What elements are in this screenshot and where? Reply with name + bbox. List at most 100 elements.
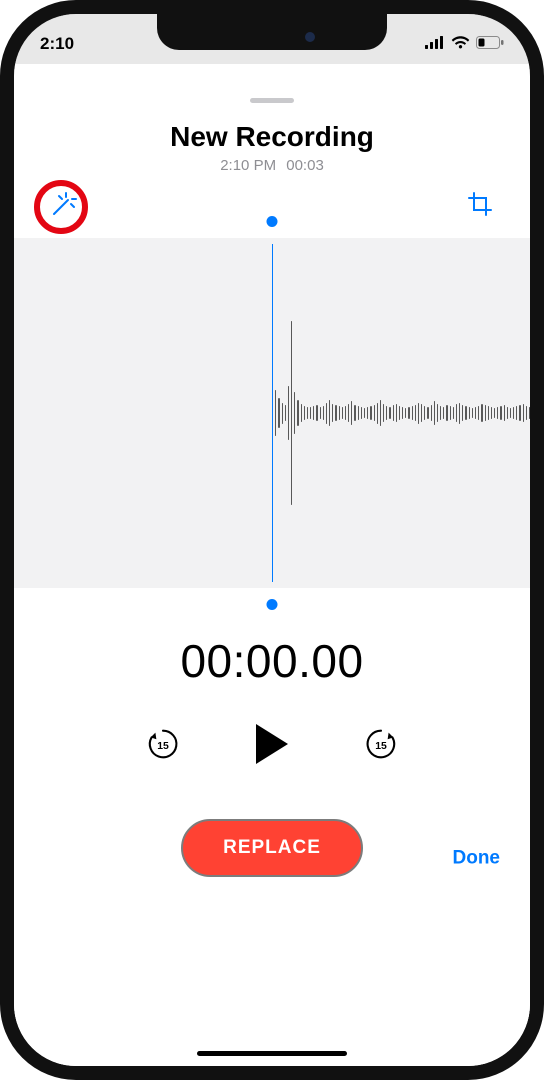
waveform-bar [399,406,400,421]
playback-timer: 00:00.00 [14,634,530,688]
waveform-bar [402,407,403,420]
edit-toolbar [14,186,530,238]
waveform-bar [380,400,381,425]
waveform-bar [354,405,355,422]
waveform-bar [424,406,425,421]
waveform-bar [478,406,479,421]
waveform-bar [450,406,451,421]
waveform-bar [485,405,486,422]
waveform-bar [526,406,527,421]
waveform-bar [469,407,470,420]
waveform-bar [500,406,501,421]
play-icon [252,753,292,770]
waveform-area[interactable] [14,238,530,588]
waveform-bar [431,405,432,422]
playhead-bottom-handle[interactable] [267,599,278,610]
skip-forward-button[interactable]: 15 [362,725,400,768]
waveform-bar [288,386,289,441]
phone-frame: 2:10 New Recording 2:10 PM 00:03 [0,0,544,1080]
waveform-bar [510,408,511,419]
notch [157,14,387,50]
waveform-bar [374,405,375,422]
waveform-bar [456,404,457,423]
waveform-bar [342,407,343,420]
waveform-bar [434,401,435,424]
waveform-bar [335,405,336,422]
battery-icon [476,34,504,54]
waveform-bar [465,406,466,421]
waveform-bar [415,405,416,422]
waveform-bar [297,400,298,425]
play-button[interactable] [252,722,292,771]
waveform-bar [408,407,409,420]
playhead[interactable] [272,244,273,582]
waveform-bar [504,405,505,422]
waveform-bar [323,406,324,421]
svg-text:15: 15 [157,741,169,752]
waveform-track[interactable] [14,238,530,588]
waveform-bar [307,407,308,420]
cellular-signal-icon [425,34,445,54]
recording-title: New Recording [14,121,530,153]
waveform-bar [278,398,279,427]
waveform-bar [361,407,362,420]
screen: New Recording 2:10 PM 00:03 [14,64,530,1066]
waveform-bar [472,408,473,419]
recording-duration: 00:03 [286,157,324,174]
waveform-bar [516,406,517,421]
waveform-bar [310,407,311,420]
status-time: 2:10 [40,34,74,54]
waveform-bar [332,404,333,423]
waveform-bar [367,407,368,420]
playback-controls: 15 [14,722,530,771]
waveform-bar [462,405,463,422]
waveform-bar [427,407,428,420]
waveform-bar [370,406,371,421]
waveform-bar [405,408,406,419]
waveform-bar [475,407,476,420]
waveform-bar [304,406,305,421]
waveform-bar [386,406,387,421]
magic-wand-icon [48,190,78,225]
waveform-bar [358,406,359,421]
replace-button[interactable]: REPLACE [181,819,363,877]
status-indicators [425,34,504,54]
recording-time: 2:10 PM [220,157,276,174]
waveform-bar [513,407,514,420]
waveform-bar [412,406,413,421]
edit-sheet: New Recording 2:10 PM 00:03 [14,88,530,1066]
crop-icon [467,191,495,224]
waveform-bar [294,392,295,434]
wifi-icon [451,34,470,54]
waveform-bar [421,404,422,423]
skip-forward-15-icon: 15 [362,725,400,768]
skip-back-15-icon: 15 [144,725,182,768]
trim-button[interactable] [460,186,502,228]
svg-text:15: 15 [375,741,387,752]
waveform-bar [529,407,530,420]
done-button[interactable]: Done [453,848,501,870]
waveform-bar [316,405,317,422]
waveform-bar [285,405,286,422]
waveform-bar [523,404,524,423]
waveform-bar [494,408,495,419]
waveform-bar [459,403,460,424]
waveform-bar [301,404,302,423]
waveform-bar [348,404,349,423]
waveform-bar [497,407,498,420]
waveform-bar [345,406,346,421]
sheet-grabber[interactable] [250,98,294,103]
waveform [272,238,530,588]
waveform-bar [481,404,482,423]
waveform-bar [364,408,365,419]
waveform-bar [329,400,330,425]
recording-subtitle: 2:10 PM 00:03 [14,157,530,174]
home-indicator[interactable] [197,1051,347,1056]
enhance-button[interactable] [42,186,84,228]
waveform-bar [446,405,447,422]
skip-back-button[interactable]: 15 [144,725,182,768]
waveform-bar [443,407,444,420]
waveform-bar [377,403,378,424]
waveform-bar [383,404,384,423]
playhead-top-handle[interactable] [267,216,278,227]
